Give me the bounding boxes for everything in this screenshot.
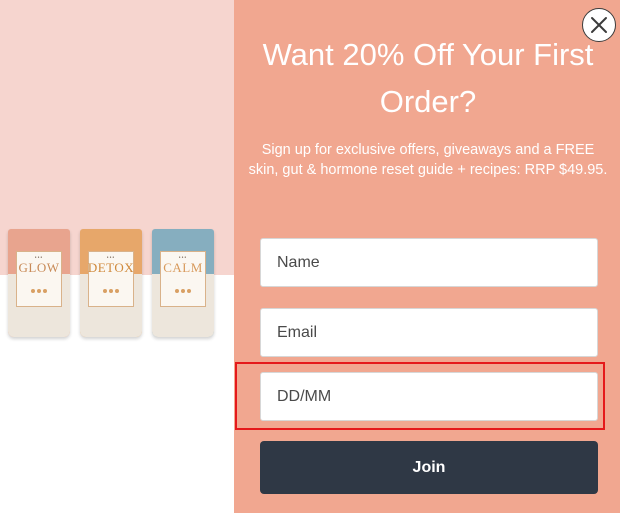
email-input[interactable] (260, 308, 598, 357)
popup-subtext: Sign up for exclusive offers, giveaways … (248, 142, 608, 178)
product-pouch-calm: ●●● CALM (152, 229, 214, 337)
product-pouch-glow: ●●● GLOW (8, 229, 70, 337)
pouch-label: ●●● DETOX (88, 251, 134, 307)
product-image-panel: ●●● GLOW ●●● DETOX ●●● CALM (0, 0, 234, 513)
pouch-label: ●●● GLOW (16, 251, 62, 307)
name-input[interactable] (260, 238, 598, 287)
product-name: CALM (163, 260, 203, 275)
product-name: DETOX (87, 260, 135, 275)
pouch-label: ●●● CALM (160, 251, 206, 307)
product-name: GLOW (18, 260, 60, 275)
join-button[interactable]: Join (260, 441, 598, 494)
highlight-box (235, 362, 605, 430)
popup-headline: Want 20% Off Your First Order? (262, 37, 594, 119)
product-pouch-detox: ●●● DETOX (80, 229, 142, 337)
